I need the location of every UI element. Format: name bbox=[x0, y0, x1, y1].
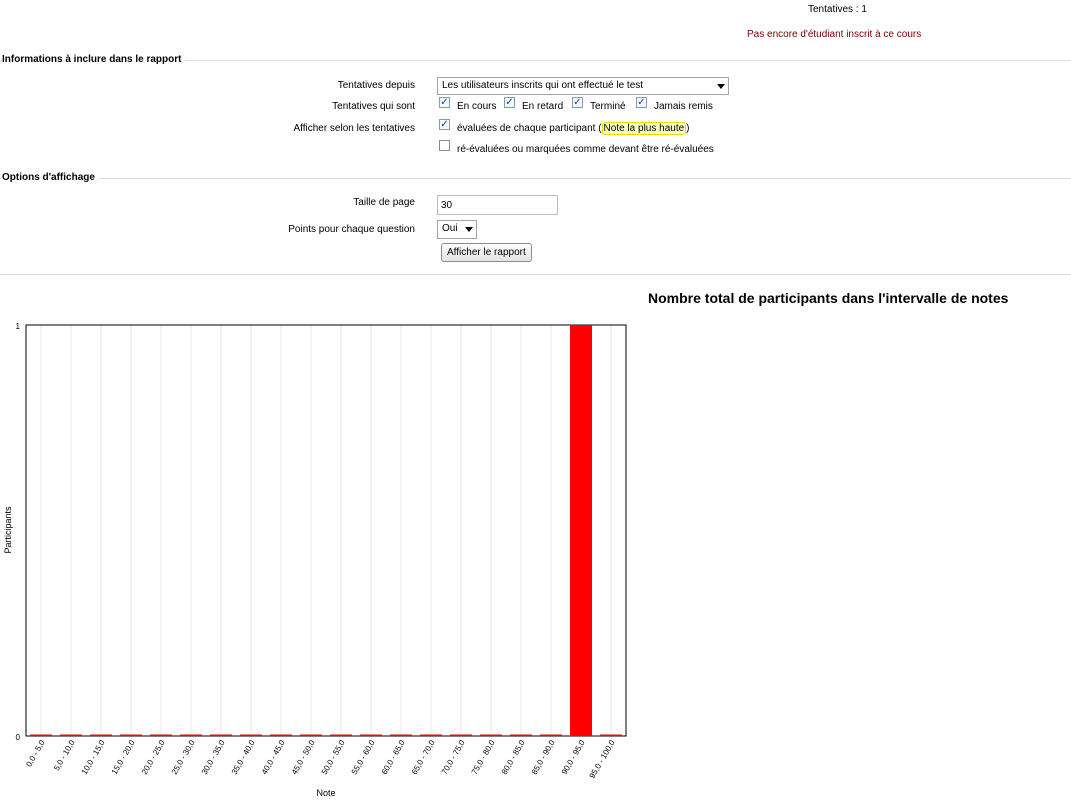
attempts-from-select[interactable]: Les utilisateurs inscrits qui ont effect… bbox=[437, 77, 729, 95]
state-checkbox-overdue[interactable]: ✓ bbox=[504, 97, 515, 108]
bar bbox=[240, 734, 262, 736]
y-tick-label: 0 bbox=[16, 733, 21, 742]
attempts-count: Tentatives : 1 bbox=[808, 4, 867, 15]
page-size-label: Taille de page bbox=[353, 197, 415, 208]
bar bbox=[90, 734, 112, 736]
section-divider bbox=[0, 178, 1071, 179]
marks-value: Oui bbox=[442, 223, 458, 234]
x-tick-label: 5,0 - 10,0 bbox=[52, 738, 77, 772]
bar bbox=[330, 734, 352, 736]
x-tick-label: 70,0 - 75,0 bbox=[440, 738, 467, 776]
state-label-overdue: En retard bbox=[522, 101, 564, 112]
x-tick-label: 40,0 - 45,0 bbox=[260, 738, 287, 776]
x-tick-label: 80,0 - 85,0 bbox=[500, 738, 527, 776]
bar bbox=[600, 734, 622, 736]
display-options-legend: Options d'affichage bbox=[2, 172, 99, 183]
chart-title: Nombre total de participants dans l'inte… bbox=[648, 290, 1009, 306]
attempts-from-value: Les utilisateurs inscrits qui ont effect… bbox=[442, 80, 644, 91]
x-tick-label: 25,0 - 30,0 bbox=[170, 738, 197, 776]
state-checkbox-abandoned[interactable]: ✓ bbox=[636, 97, 647, 108]
report-info-legend: Informations à inclure dans le rapport bbox=[2, 54, 186, 65]
section-divider bbox=[0, 274, 1071, 275]
regraded-attempts-label: ré-évaluées ou marquées comme devant êtr… bbox=[457, 144, 714, 155]
x-tick-label: 20,0 - 25,0 bbox=[140, 738, 167, 776]
marks-select[interactable]: Oui bbox=[437, 220, 477, 239]
bar bbox=[360, 734, 382, 736]
show-report-button[interactable]: Afficher le rapport bbox=[441, 243, 532, 262]
bar bbox=[480, 734, 502, 736]
show-by-label: Afficher selon les tentatives bbox=[293, 123, 415, 134]
bar bbox=[450, 734, 472, 736]
graded-attempts-close: ) bbox=[686, 123, 690, 134]
bar bbox=[30, 734, 52, 736]
attempts-from-label: Tentatives depuis bbox=[337, 80, 415, 91]
x-tick-label: 50,0 - 55,0 bbox=[320, 738, 347, 776]
graded-attempts-text: évaluées de chaque participant ( bbox=[457, 123, 602, 134]
grading-method-highlight: Note la plus haute bbox=[601, 122, 687, 135]
marks-label: Points pour chaque question bbox=[288, 224, 415, 235]
x-tick-label: 35,0 - 40,0 bbox=[230, 738, 257, 776]
bar bbox=[270, 734, 292, 736]
bar bbox=[300, 734, 322, 736]
y-tick-label: 1 bbox=[16, 322, 21, 331]
bar bbox=[570, 325, 592, 736]
x-tick-label: 30,0 - 35,0 bbox=[200, 738, 227, 776]
no-students-notice: Pas encore d'étudiant inscrit à ce cours bbox=[747, 29, 922, 40]
attempts-that-are-label: Tentatives qui sont bbox=[332, 101, 415, 112]
regraded-attempts-checkbox[interactable] bbox=[439, 140, 450, 151]
bar bbox=[120, 734, 142, 736]
bar bbox=[390, 734, 412, 736]
x-tick-label: 75,0 - 80,0 bbox=[470, 738, 497, 776]
bar bbox=[180, 734, 202, 736]
state-label-abandoned: Jamais remis bbox=[654, 101, 713, 112]
x-tick-label: 45,0 - 50,0 bbox=[290, 738, 317, 776]
state-checkbox-finished[interactable]: ✓ bbox=[572, 97, 583, 108]
chevron-down-icon bbox=[717, 84, 725, 89]
x-tick-label: 85,0 - 90,0 bbox=[530, 738, 557, 776]
x-tick-label: 65,0 - 70,0 bbox=[410, 738, 437, 776]
x-tick-label: 55,0 - 60,0 bbox=[350, 738, 377, 776]
x-tick-label: 90,0 - 95,0 bbox=[560, 738, 587, 776]
x-tick-label: 15,0 - 20,0 bbox=[110, 738, 137, 776]
bar bbox=[540, 734, 562, 736]
state-checkbox-inprogress[interactable]: ✓ bbox=[439, 97, 450, 108]
x-tick-label: 10,0 - 15,0 bbox=[80, 738, 107, 776]
bar bbox=[60, 734, 82, 736]
bar bbox=[510, 734, 532, 736]
chevron-down-icon bbox=[465, 227, 473, 232]
bar bbox=[150, 734, 172, 736]
y-axis-title: Participants bbox=[3, 506, 13, 554]
graded-attempts-label: évaluées de chaque participant (Note la … bbox=[457, 122, 690, 135]
page-size-input[interactable] bbox=[437, 195, 558, 215]
x-tick-label: 0,0 - 5,0 bbox=[24, 738, 47, 768]
state-label-finished: Terminé bbox=[590, 101, 626, 112]
x-axis-title: Note bbox=[316, 788, 335, 798]
plot-area-frame bbox=[25, 324, 627, 737]
bar bbox=[420, 734, 442, 736]
x-tick-label: 60,0 - 65,0 bbox=[380, 738, 407, 776]
x-tick-label: 95,0 - 100,0 bbox=[588, 738, 617, 780]
graded-attempts-checkbox[interactable]: ✓ bbox=[439, 119, 450, 130]
bar bbox=[210, 734, 232, 736]
state-label-inprogress: En cours bbox=[457, 101, 497, 112]
grade-histogram-chart: 0,0 - 5,0 5,0 - 10,0 10,0 - 15,0 15,0 - 20,… bbox=[3, 322, 627, 798]
